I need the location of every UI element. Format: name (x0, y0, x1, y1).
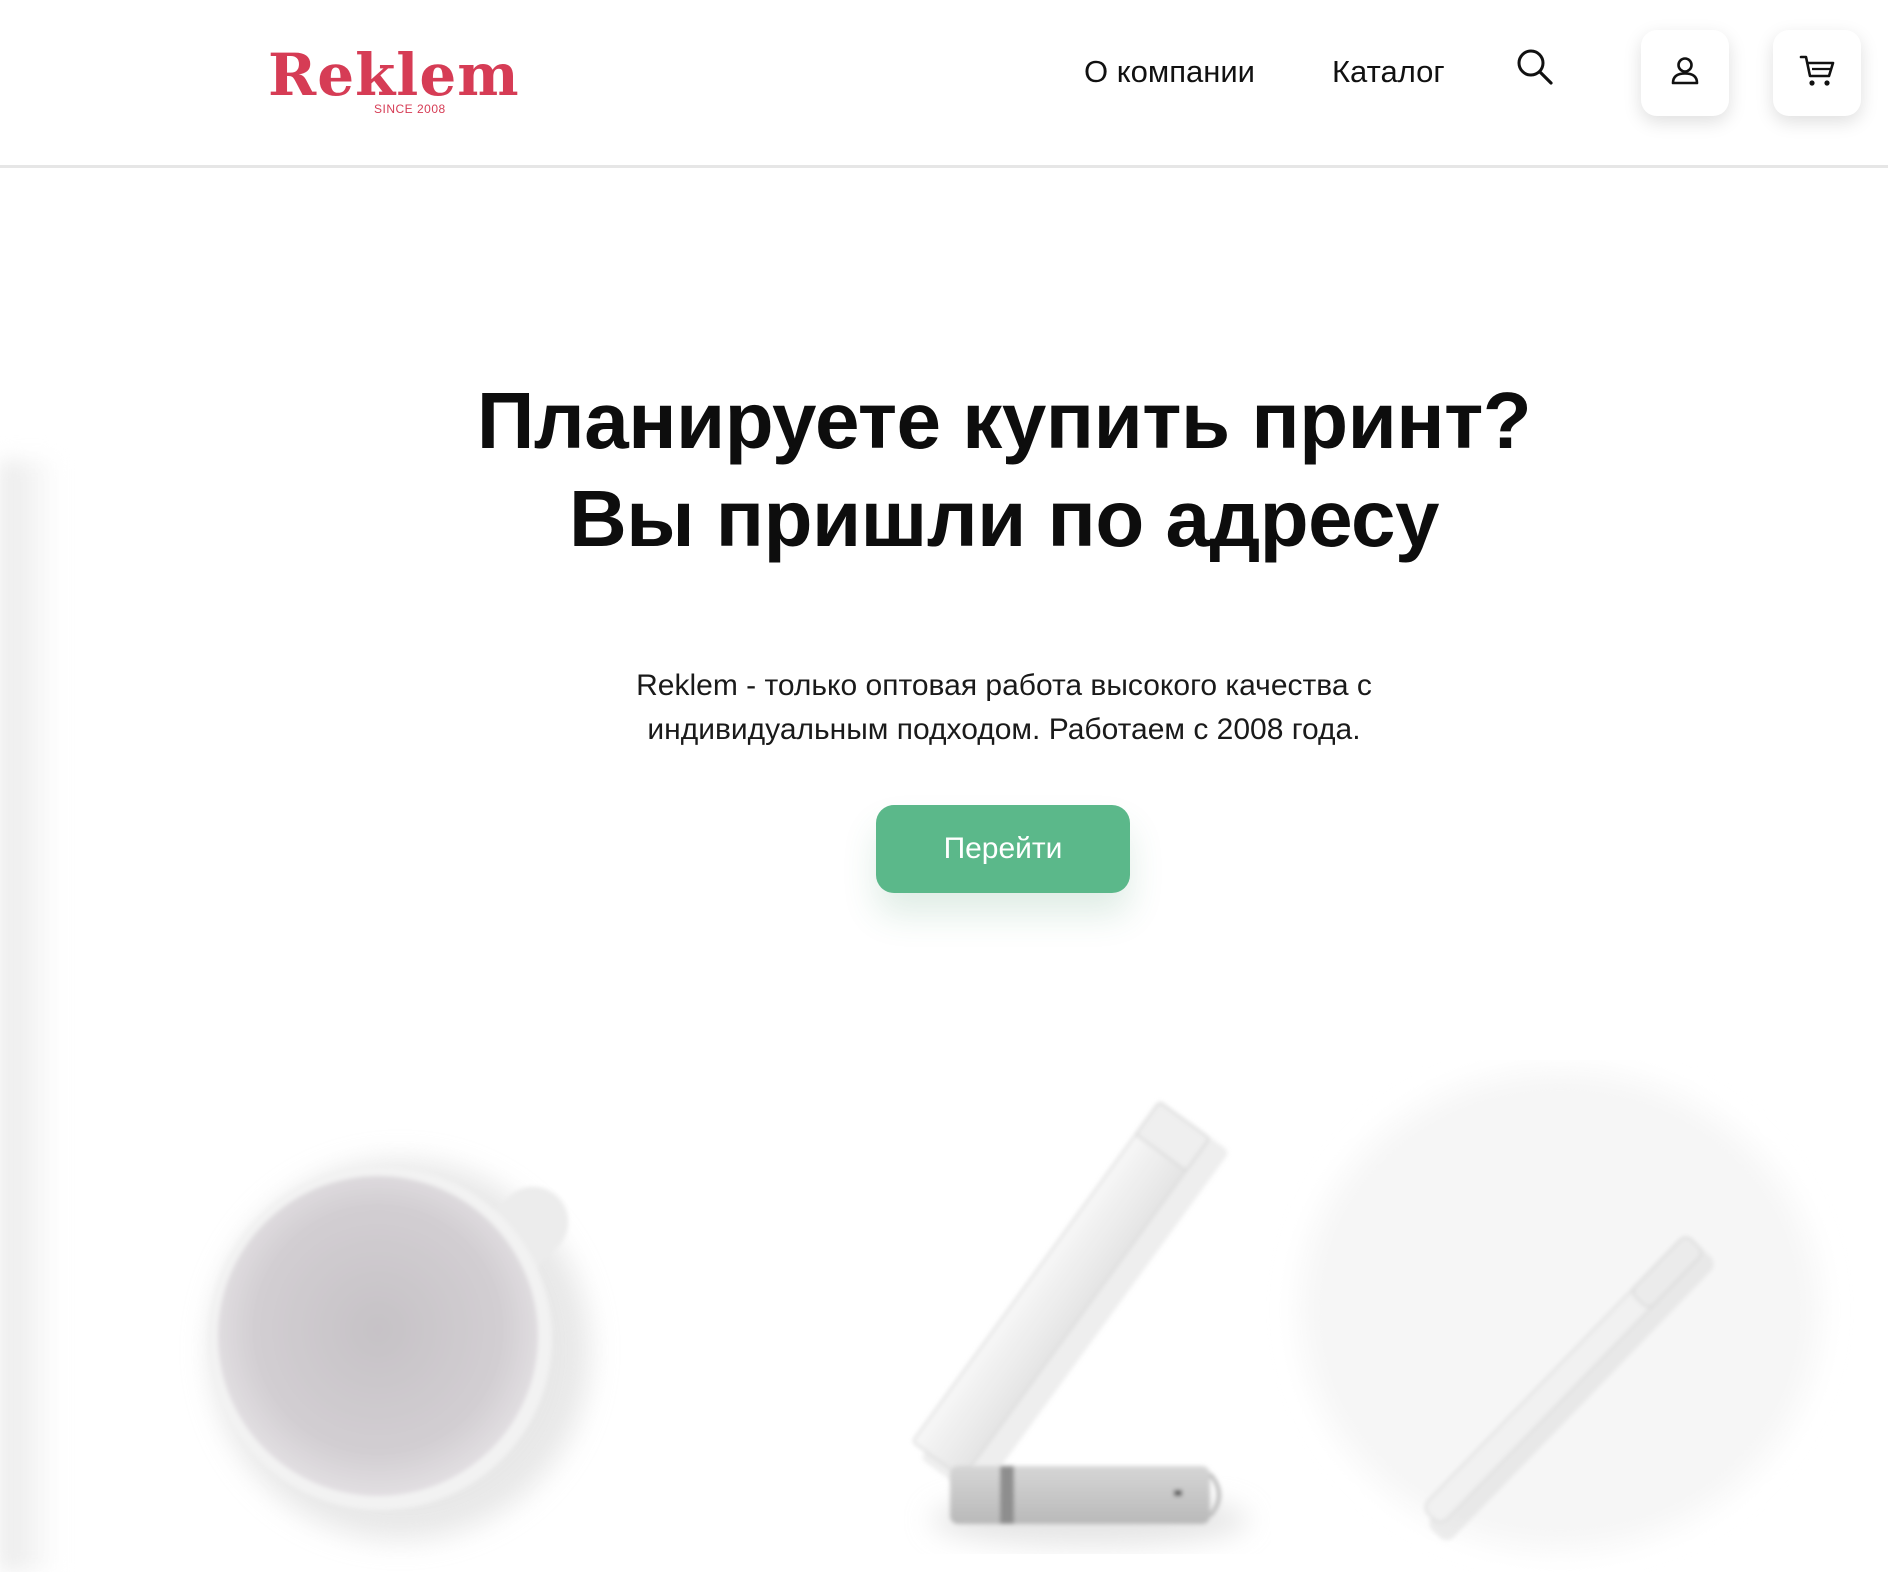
site-header: Reklem SINCE 2008 О компании Каталог (0, 0, 1888, 168)
logo-wordmark: Reklem (268, 41, 520, 109)
search-icon[interactable] (1514, 46, 1556, 88)
user-icon (1668, 54, 1702, 93)
hero-title-line-1: Планируете купить принт? (476, 376, 1532, 465)
hero-title: Планируете купить принт? Вы пришли по ад… (344, 372, 1664, 568)
go-button[interactable]: Перейти (876, 805, 1130, 893)
usb-stick-image (913, 1102, 1228, 1498)
hero-description: Reklem - только оптовая работа высокого … (636, 669, 1372, 746)
products-photo (0, 1060, 1888, 1572)
account-button[interactable] (1641, 30, 1729, 116)
usb-drive-image (930, 1466, 1250, 1546)
mug-image (208, 1160, 590, 1540)
reklem-logo[interactable]: Reklem SINCE 2008 (268, 42, 568, 122)
nav-about-link[interactable]: О компании (1084, 52, 1255, 92)
logo-tagline: SINCE 2008 (374, 102, 446, 116)
nav-catalog-link[interactable]: Каталог (1332, 52, 1445, 92)
cart-icon (1798, 53, 1836, 94)
hero-title-line-2: Вы пришли по адресу (568, 474, 1440, 563)
cart-button[interactable] (1773, 30, 1861, 116)
